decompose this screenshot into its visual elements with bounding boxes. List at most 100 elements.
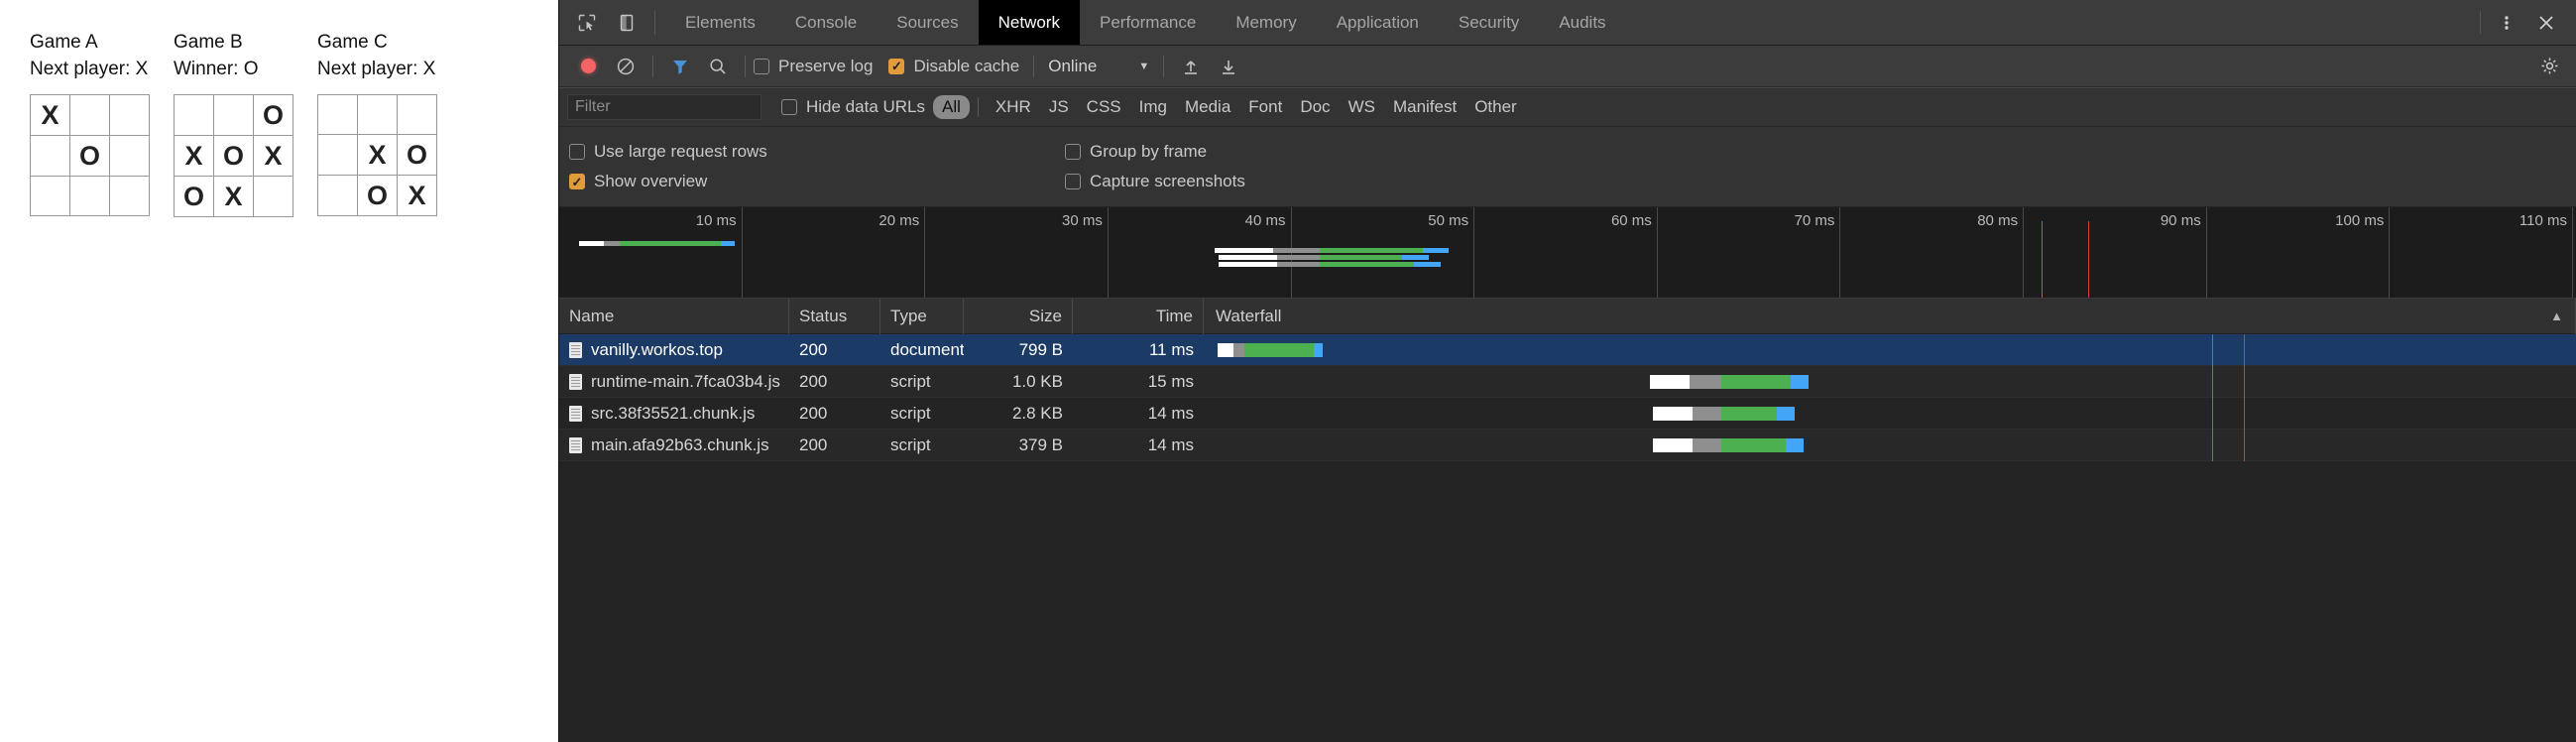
column-header-type[interactable]: Type bbox=[880, 298, 964, 334]
network-overview-timeline[interactable]: 10 ms 20 ms 30 ms 40 ms 50 ms 60 ms 70 ms 80 ms… bbox=[559, 207, 2576, 299]
board-cell-6[interactable]: O bbox=[174, 175, 214, 217]
request-name-cell[interactable]: src.38f35521.chunk.js bbox=[559, 398, 789, 430]
more-options-icon[interactable] bbox=[2487, 0, 2526, 45]
filter-type-img[interactable]: Img bbox=[1130, 95, 1176, 119]
export-har-button[interactable] bbox=[1210, 51, 1247, 82]
use-large-request-rows-box[interactable] bbox=[569, 144, 585, 160]
preserve-log-checkbox[interactable]: Preserve log bbox=[754, 57, 873, 76]
request-name-cell[interactable]: vanilly.workos.top bbox=[559, 334, 789, 366]
preserve-log-box[interactable] bbox=[754, 58, 769, 74]
filter-type-media[interactable]: Media bbox=[1176, 95, 1239, 119]
board-cell-2[interactable] bbox=[397, 93, 437, 135]
board-cell-2[interactable] bbox=[109, 93, 150, 136]
column-header-time[interactable]: Time bbox=[1073, 298, 1204, 334]
filter-type-font[interactable]: Font bbox=[1239, 95, 1291, 119]
tab-application[interactable]: Application bbox=[1317, 0, 1439, 45]
filter-type-other[interactable]: Other bbox=[1465, 95, 1526, 119]
board-cell-3[interactable]: X bbox=[174, 134, 214, 177]
tab-audits[interactable]: Audits bbox=[1539, 0, 1625, 45]
disable-cache-box[interactable] bbox=[888, 58, 905, 74]
request-waterfall-cell[interactable] bbox=[1204, 429, 2576, 461]
request-name-cell[interactable]: runtime-main.7fca03b4.js bbox=[559, 366, 789, 398]
show-overview-checkbox[interactable]: Show overview bbox=[569, 172, 707, 191]
board-cell-8[interactable] bbox=[109, 175, 150, 216]
clear-button[interactable] bbox=[607, 51, 644, 82]
request-waterfall-cell[interactable] bbox=[1204, 365, 2576, 398]
hide-data-urls-checkbox[interactable]: Hide data URLs bbox=[781, 97, 925, 117]
board-cell-5[interactable] bbox=[109, 134, 150, 177]
capture-screenshots-box[interactable] bbox=[1065, 174, 1081, 189]
game-title: Game A bbox=[30, 32, 98, 53]
board-cell-1[interactable] bbox=[69, 93, 110, 136]
column-header-status[interactable]: Status bbox=[789, 298, 880, 334]
tab-performance[interactable]: Performance bbox=[1080, 0, 1216, 45]
filter-type-ws[interactable]: WS bbox=[1340, 95, 1384, 119]
group-by-frame-box[interactable] bbox=[1065, 144, 1081, 160]
filter-type-xhr[interactable]: XHR bbox=[987, 95, 1040, 119]
column-header-waterfall[interactable]: Waterfall ▲ bbox=[1204, 298, 2576, 334]
show-overview-box[interactable] bbox=[569, 174, 585, 189]
board-cell-0[interactable] bbox=[174, 93, 214, 136]
board-cell-4[interactable]: O bbox=[213, 134, 254, 177]
board-cell-1[interactable] bbox=[213, 93, 254, 136]
filter-type-css[interactable]: CSS bbox=[1078, 95, 1130, 119]
board-cell-6[interactable] bbox=[317, 174, 358, 216]
filter-type-doc[interactable]: Doc bbox=[1291, 95, 1339, 119]
board-cell-8[interactable] bbox=[253, 175, 293, 217]
column-header-size[interactable]: Size bbox=[964, 298, 1073, 334]
toggle-device-toolbar-icon[interactable] bbox=[607, 0, 646, 45]
board-cell-4[interactable]: O bbox=[69, 134, 110, 177]
request-time: 11 ms bbox=[1148, 339, 1194, 359]
throttling-select[interactable]: Online ▼ bbox=[1042, 57, 1149, 76]
board-cell-5[interactable]: O bbox=[397, 133, 437, 176]
column-header-name[interactable]: Name bbox=[559, 298, 789, 334]
tabbar-right-divider bbox=[2480, 11, 2481, 34]
board-cell-8[interactable]: X bbox=[397, 174, 437, 216]
board-cell-0[interactable] bbox=[317, 93, 358, 135]
filter-type-all[interactable]: All bbox=[933, 95, 970, 119]
settings-gear-icon[interactable] bbox=[2530, 51, 2568, 82]
capture-screenshots-checkbox[interactable]: Capture screenshots bbox=[1065, 172, 1245, 191]
tab-memory[interactable]: Memory bbox=[1216, 0, 1316, 45]
overview-tick: 80 ms bbox=[1840, 207, 2025, 298]
hide-data-urls-box[interactable] bbox=[781, 99, 797, 115]
tab-network[interactable]: Network bbox=[978, 0, 1080, 45]
filter-input[interactable] bbox=[567, 94, 761, 120]
board-cell-1[interactable] bbox=[357, 93, 398, 135]
board-cell-0[interactable]: X bbox=[30, 93, 70, 136]
tab-elements[interactable]: Elements bbox=[665, 0, 775, 45]
search-icon[interactable] bbox=[699, 51, 737, 82]
table-row[interactable]: runtime-main.7fca03b4.js 200 script 1.0 KB 1… bbox=[559, 365, 2576, 398]
disable-cache-checkbox[interactable]: Disable cache bbox=[888, 57, 1019, 76]
filter-toggle-button[interactable] bbox=[661, 51, 699, 82]
filter-type-js[interactable]: JS bbox=[1040, 95, 1078, 119]
board-cell-2[interactable]: O bbox=[253, 93, 293, 136]
table-row[interactable]: main.afa92b63.chunk.js 200 script 379 B 14 m… bbox=[559, 429, 2576, 461]
overview-tick-label: 10 ms bbox=[695, 212, 737, 229]
board-cell-4[interactable]: X bbox=[357, 133, 398, 176]
request-waterfall-cell[interactable] bbox=[1204, 334, 2576, 366]
board-cell-6[interactable] bbox=[30, 175, 70, 216]
tab-console[interactable]: Console bbox=[775, 0, 877, 45]
table-row[interactable]: vanilly.workos.top 200 document 799 B 11 ms bbox=[559, 334, 2576, 366]
import-har-button[interactable] bbox=[1172, 51, 1210, 82]
board-cell-5[interactable]: X bbox=[253, 134, 293, 177]
inspect-element-icon[interactable] bbox=[567, 0, 607, 45]
use-large-request-rows-checkbox[interactable]: Use large request rows bbox=[569, 142, 767, 162]
board-cell-7[interactable] bbox=[69, 175, 110, 216]
board-cell-7[interactable]: O bbox=[357, 174, 398, 216]
close-icon[interactable] bbox=[2526, 0, 2566, 45]
filter-type-manifest[interactable]: Manifest bbox=[1384, 95, 1465, 119]
board-cell-3[interactable] bbox=[317, 133, 358, 176]
overview-bar-segment bbox=[1273, 248, 1320, 253]
board-cell-7[interactable]: X bbox=[213, 175, 254, 217]
group-by-frame-checkbox[interactable]: Group by frame bbox=[1065, 142, 1207, 162]
tab-security[interactable]: Security bbox=[1439, 0, 1539, 45]
request-waterfall-cell[interactable] bbox=[1204, 397, 2576, 430]
board-cell-3[interactable] bbox=[30, 134, 70, 177]
overview-tick-label: 50 ms bbox=[1428, 212, 1469, 229]
tab-sources[interactable]: Sources bbox=[877, 0, 978, 45]
record-button[interactable] bbox=[569, 51, 607, 82]
request-name-cell[interactable]: main.afa92b63.chunk.js bbox=[559, 430, 789, 461]
table-row[interactable]: src.38f35521.chunk.js 200 script 2.8 KB 14 m… bbox=[559, 397, 2576, 430]
